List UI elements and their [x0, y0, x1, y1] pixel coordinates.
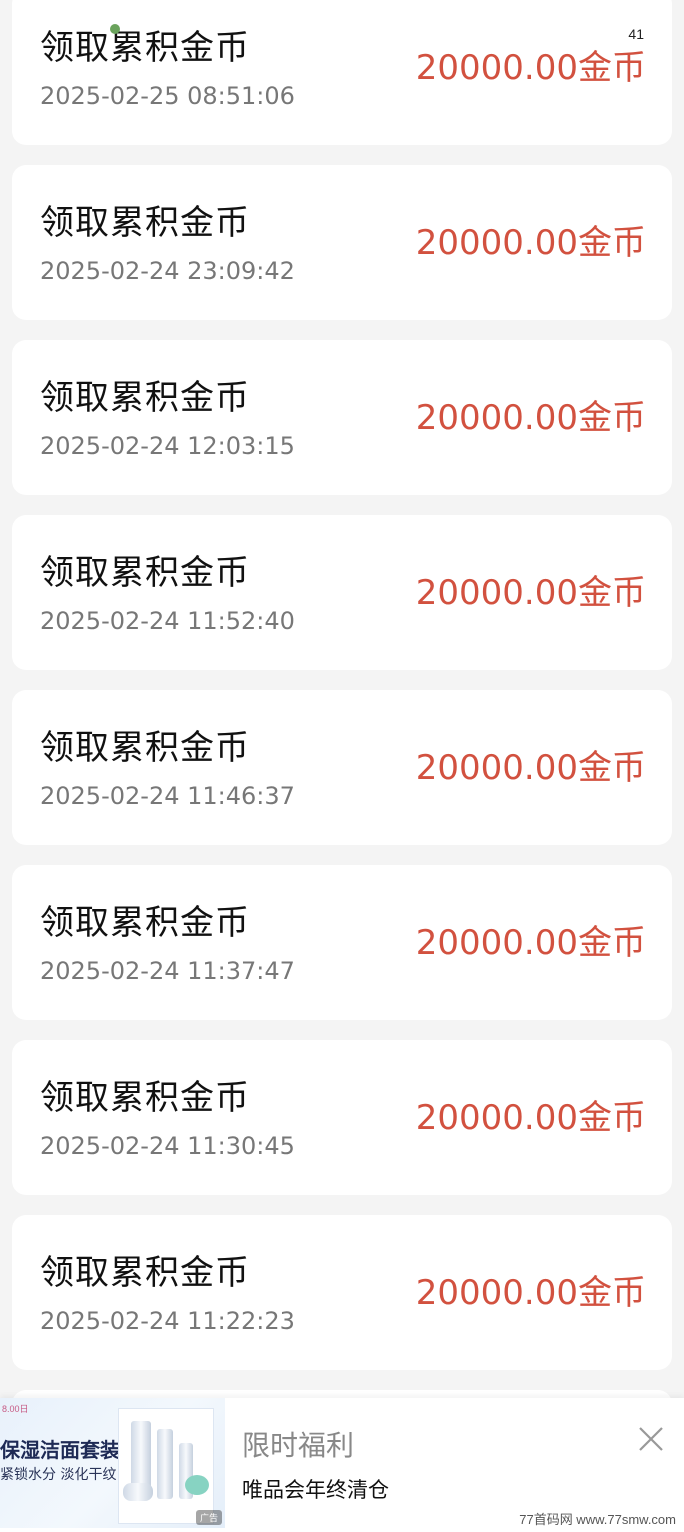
- status-app-icon: [110, 24, 120, 34]
- record-card[interactable]: 领取累积金币 2025-02-24 23:09:42 20000.00金币: [12, 165, 672, 320]
- record-amount: 20000.00金币: [415, 923, 646, 963]
- record-card[interactable]: 领取累积金币 2025-02-24 12:03:15 20000.00金币: [12, 340, 672, 495]
- ad-image-headline: 保湿洁面套装: [0, 1438, 120, 1462]
- jar-shape: [123, 1483, 153, 1501]
- ad-image-brand: 8.00日: [2, 1404, 29, 1414]
- record-amount: 20000.00金币: [415, 1098, 646, 1138]
- ad-badge: 广告: [195, 1510, 222, 1525]
- record-time: 2025-02-25 08:51:06: [40, 82, 295, 110]
- ad-image[interactable]: 8.00日 保湿洁面套装 紧锁水分 淡化干纹 广告: [0, 1398, 225, 1528]
- record-card[interactable]: 领取累积金币 2025-02-25 08:51:06 20000.00金币: [12, 0, 672, 145]
- watermark: 77首码网 www.77smw.com: [519, 1512, 676, 1527]
- record-title: 领取累积金币: [40, 903, 250, 943]
- record-title: 领取累积金币: [40, 378, 250, 418]
- jar-shape: [185, 1475, 209, 1495]
- ad-image-subline: 紧锁水分 淡化干纹: [0, 1467, 117, 1483]
- record-card[interactable]: 领取累积金币 2025-02-24 11:37:47 20000.00金币: [12, 865, 672, 1020]
- record-amount: 20000.00金币: [415, 48, 646, 88]
- record-title: 领取累积金币: [40, 203, 250, 243]
- ad-banner[interactable]: 8.00日 保湿洁面套装 紧锁水分 淡化干纹 广告 限时福利 唯品会年终清仓 7…: [0, 1398, 684, 1532]
- record-title: 领取累积金币: [40, 1078, 250, 1118]
- record-time: 2025-02-24 12:03:15: [40, 432, 295, 460]
- record-title: 领取累积金币: [40, 1253, 250, 1293]
- status-indicator: 41: [628, 26, 644, 42]
- bottle-shape: [157, 1429, 173, 1499]
- record-card[interactable]: 领取累积金币 2025-02-24 11:46:37 20000.00金币: [12, 690, 672, 845]
- record-amount: 20000.00金币: [415, 573, 646, 613]
- product-photo: [118, 1408, 214, 1524]
- record-title: 领取累积金币: [40, 28, 250, 68]
- record-amount: 20000.00金币: [415, 748, 646, 788]
- ad-title[interactable]: 限时福利: [242, 1424, 354, 1464]
- ad-description[interactable]: 唯品会年终清仓: [242, 1474, 389, 1504]
- close-icon[interactable]: [636, 1424, 666, 1454]
- record-time: 2025-02-24 11:22:23: [40, 1307, 295, 1335]
- record-time: 2025-02-24 11:52:40: [40, 607, 295, 635]
- record-card[interactable]: 领取累积金币 2025-02-24 11:22:23 20000.00金币: [12, 1215, 672, 1370]
- record-time: 2025-02-24 11:30:45: [40, 1132, 295, 1160]
- record-card[interactable]: 领取累积金币 2025-02-24 11:52:40 20000.00金币: [12, 515, 672, 670]
- record-time: 2025-02-24 23:09:42: [40, 257, 295, 285]
- record-amount: 20000.00金币: [415, 223, 646, 263]
- record-time: 2025-02-24 11:37:47: [40, 957, 295, 985]
- record-time: 2025-02-24 11:46:37: [40, 782, 295, 810]
- record-card[interactable]: 领取累积金币 2025-02-24 11:30:45 20000.00金币: [12, 1040, 672, 1195]
- record-amount: 20000.00金币: [415, 1273, 646, 1313]
- record-title: 领取累积金币: [40, 553, 250, 593]
- record-amount: 20000.00金币: [415, 398, 646, 438]
- record-title: 领取累积金币: [40, 728, 250, 768]
